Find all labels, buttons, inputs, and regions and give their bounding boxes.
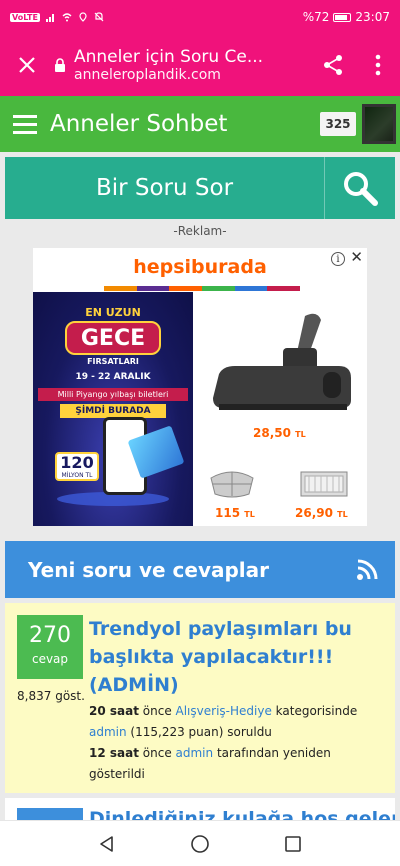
system-nav-bar xyxy=(0,820,400,866)
view-count: 8,837 göst. xyxy=(17,689,85,703)
advertisement[interactable]: hepsiburada i ✕ EN UZUN GECE FIRSATLARI … xyxy=(33,248,367,526)
answer-count-box[interactable]: 270 cevap xyxy=(17,615,83,679)
share-icon xyxy=(324,55,342,75)
more-button[interactable] xyxy=(356,34,400,96)
search-icon xyxy=(344,172,378,206)
question-title[interactable]: Trendyol paylaşımları bu başlıkta yapıla… xyxy=(89,615,385,699)
share-button[interactable] xyxy=(310,34,356,96)
home-icon xyxy=(191,834,209,853)
promo-subline: FIRSATLARI xyxy=(87,357,139,366)
price-main: 28,50 TL xyxy=(253,426,306,440)
home-button[interactable] xyxy=(180,824,220,864)
url-bar[interactable]: Anneler için Soru Ce... anneleroplandik.… xyxy=(54,47,310,83)
site-title[interactable]: Anneler Sohbet xyxy=(50,111,320,137)
url-domain: anneleroplandik.com xyxy=(74,67,221,83)
status-bar: VoLTE %72 23:07 xyxy=(0,0,400,34)
promo-cta: ŞİMDİ BURADA xyxy=(60,404,166,418)
volte-badge: VoLTE xyxy=(10,12,40,22)
price-small-1: 115 TL xyxy=(215,506,255,520)
back-icon xyxy=(99,835,113,852)
close-icon xyxy=(19,57,35,73)
site-header: Anneler Sohbet 325 xyxy=(0,96,400,152)
lock-icon xyxy=(55,57,65,72)
battery-percent: %72 xyxy=(302,10,330,24)
section-title[interactable]: Yeni soru ve cevaplar xyxy=(28,558,339,582)
brand-logo: hepsiburada xyxy=(133,256,267,278)
ad-close-icon[interactable]: ✕ xyxy=(350,248,363,266)
filter-cover-image[interactable] xyxy=(209,468,255,498)
recents-icon xyxy=(285,835,302,852)
back-button[interactable] xyxy=(87,824,127,864)
close-button[interactable] xyxy=(0,34,54,96)
search-button[interactable] xyxy=(325,157,395,219)
ask-question-button[interactable]: Bir Soru Sor xyxy=(5,157,325,219)
hepa-filter-image[interactable] xyxy=(299,468,349,500)
wifi-icon xyxy=(62,13,72,22)
promo-banner[interactable]: EN UZUN GECE FIRSATLARI 19 - 22 ARALIK M… xyxy=(33,292,193,526)
promo-top-text: EN UZUN xyxy=(85,306,141,319)
browser-toolbar: Anneler için Soru Ce... anneleroplandik.… xyxy=(0,34,400,96)
avatar[interactable] xyxy=(362,104,396,144)
clock: 23:07 xyxy=(355,10,390,24)
ad-info-icon[interactable]: i xyxy=(331,252,345,266)
brand-color-bar xyxy=(104,286,301,291)
menu-icon[interactable] xyxy=(0,114,50,134)
vacuum-nozzle-image[interactable] xyxy=(205,308,355,428)
promo-lottery: Milli Piyango yılbaşı biletleri xyxy=(38,388,188,401)
ad-label: -Reklam- xyxy=(173,224,227,238)
editor-link[interactable]: admin xyxy=(176,746,214,760)
answer-label: cevap xyxy=(31,652,69,666)
question-meta: 20 saat önce Alışveriş-Hediye kategorisi… xyxy=(89,704,358,781)
rss-icon xyxy=(357,559,378,580)
author-link[interactable]: admin xyxy=(89,725,127,739)
promo-headline: GECE xyxy=(65,321,161,355)
battery-icon xyxy=(333,12,352,22)
rss-button[interactable] xyxy=(339,559,395,581)
section-header: Yeni soru ve cevaplar xyxy=(5,541,395,598)
ask-bar: Bir Soru Sor xyxy=(5,157,395,219)
page-title: Anneler için Soru Ce... xyxy=(74,47,264,67)
mute-icon xyxy=(94,12,104,22)
price-small-2: 26,90 TL xyxy=(295,506,348,520)
more-vertical-icon xyxy=(375,54,381,76)
location-icon xyxy=(79,12,87,22)
promo-date: 19 - 22 ARALIK xyxy=(75,372,151,382)
answer-count: 270 xyxy=(29,623,71,648)
points-badge[interactable]: 325 xyxy=(320,112,356,136)
recents-button[interactable] xyxy=(273,824,313,864)
signal-icon xyxy=(45,14,54,22)
question-card: 270 cevap 8,837 göst. Trendyol paylaşıml… xyxy=(5,603,395,793)
promo-amount: 120 MİLYON TL xyxy=(55,452,99,481)
category-link[interactable]: Alışveriş-Hediye xyxy=(176,704,272,718)
